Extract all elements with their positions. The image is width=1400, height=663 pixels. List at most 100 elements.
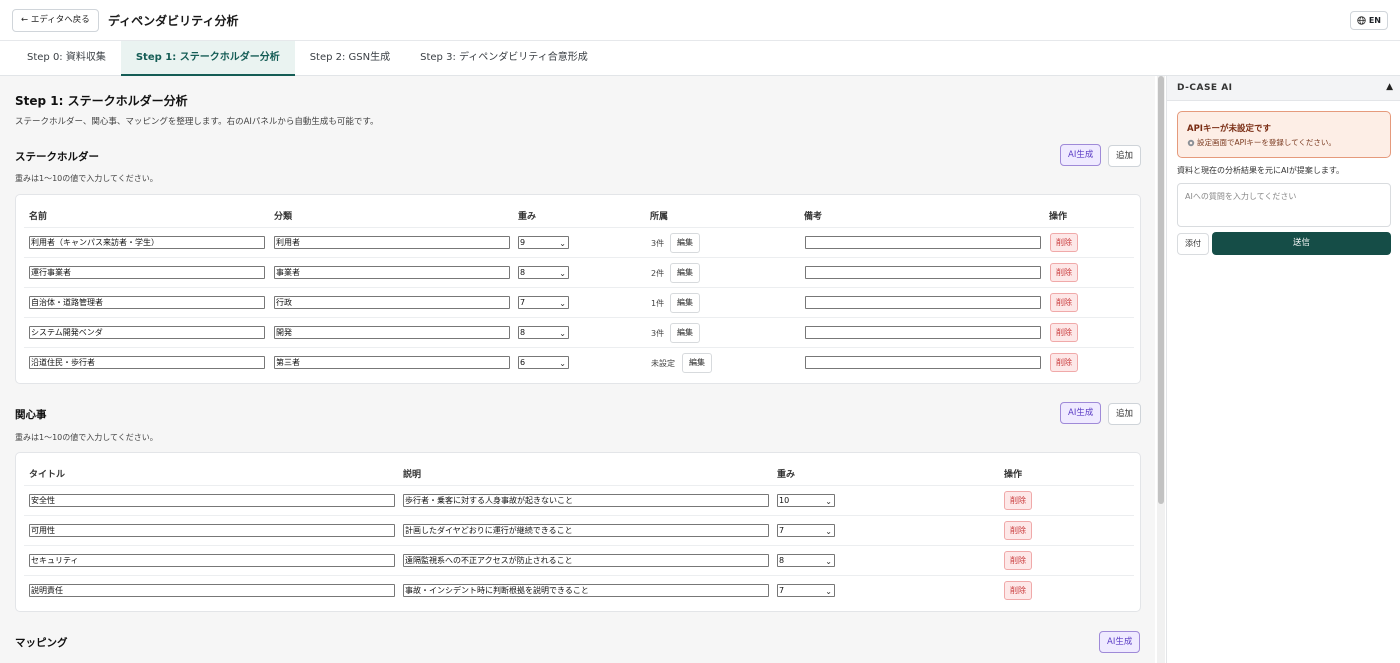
stakeholder-name-input[interactable]: 利用者（キャンパス来訪者・学生） (29, 236, 265, 249)
chevron-down-icon: ⌄ (825, 527, 832, 536)
stakeholder-name-input[interactable]: 沿道住民・歩行者 (29, 356, 265, 369)
mapping-section-title: マッピング (15, 637, 68, 649)
stakeholder-weight-select[interactable]: 8 ⌄ (518, 266, 569, 279)
stakeholder-category-input[interactable]: 行政 (274, 296, 510, 309)
stakeholder-delete-button[interactable]: 削除 (1050, 323, 1078, 342)
tab-step-1[interactable]: Step 1: ステークホルダー分析 (120, 41, 295, 76)
scrollbar-thumb[interactable] (1158, 76, 1164, 504)
concern-description-input[interactable]: 計画したダイヤどおりに運行が継続できること (403, 524, 769, 537)
col-header-remarks: 備考 (804, 212, 823, 222)
chevron-down-icon: ⌄ (825, 587, 832, 596)
api-key-warning: APIキーが未設定です 設定画面でAPIキーを登録してください。 (1177, 111, 1391, 158)
concern-weight-select[interactable]: 10 ⌄ (777, 494, 835, 507)
stakeholder-remarks-input[interactable] (805, 266, 1041, 279)
tab-step-0[interactable]: Step 0: 資料収集 (12, 41, 121, 76)
stakeholder-category-input[interactable]: 利用者 (274, 236, 510, 249)
weight-value: 7 (779, 526, 785, 535)
stakeholder-row: 利用者（キャンパス来訪者・学生） 利用者 9 ⌄ 3件 編集 削除 (24, 227, 1134, 257)
col-header-title: タイトル (29, 470, 66, 480)
tab-step-2[interactable]: Step 2: GSN生成 (295, 41, 405, 76)
stakeholders-add-button[interactable]: 追加 (1108, 145, 1142, 167)
ai-panel: D-CASE AI ▲ APIキーが未設定です 設定画面でAPIキーを登録してく… (1166, 76, 1400, 663)
chevron-down-icon: ⌄ (559, 359, 566, 368)
concern-description-input[interactable]: 遠隔監視系への不正アクセスが防止されること (403, 554, 769, 567)
stakeholder-remarks-input[interactable] (805, 236, 1041, 249)
chevron-down-icon: ⌄ (825, 557, 832, 566)
concerns-add-button[interactable]: 追加 (1108, 403, 1142, 425)
stakeholder-remarks-input[interactable] (805, 326, 1041, 339)
stakeholder-name-input[interactable]: 自治体・道路管理者 (29, 296, 265, 309)
concern-delete-button[interactable]: 削除 (1004, 521, 1032, 540)
stakeholder-name-input[interactable]: システム開発ベンダ (29, 326, 265, 339)
concern-title-input[interactable]: 安全性 (29, 494, 395, 507)
concern-row: 安全性 歩行者・乗客に対する人身事故が起きないこと 10 ⌄ 削除 (24, 485, 1134, 515)
affiliation-edit-button[interactable]: 編集 (670, 323, 700, 343)
chevron-down-icon: ⌄ (559, 329, 566, 338)
concern-description-input[interactable]: 事故・インシデント時に判断根拠を説明できること (403, 584, 769, 597)
concern-delete-button[interactable]: 削除 (1004, 551, 1032, 570)
globe-icon (1357, 16, 1366, 25)
chevron-down-icon: ⌄ (559, 269, 566, 278)
stakeholder-category-input[interactable]: 事業者 (274, 266, 510, 279)
stakeholder-delete-button[interactable]: 削除 (1050, 353, 1078, 372)
weight-value: 7 (779, 586, 785, 595)
gear-icon (1187, 139, 1195, 146)
stakeholder-delete-button[interactable]: 削除 (1050, 263, 1078, 282)
stakeholder-category-input[interactable]: 開発 (274, 326, 510, 339)
concern-delete-button[interactable]: 削除 (1004, 581, 1032, 600)
chevron-down-icon: ⌄ (559, 239, 566, 248)
stakeholder-remarks-input[interactable] (805, 356, 1041, 369)
stakeholder-row: 沿道住民・歩行者 第三者 6 ⌄ 未設定 編集 削除 (24, 347, 1134, 377)
tab-step-3[interactable]: Step 3: ディペンダビリティ合意形成 (405, 41, 603, 76)
warning-title: APIキーが未設定です (1187, 124, 1271, 134)
concern-weight-select[interactable]: 7 ⌄ (777, 524, 835, 537)
affiliation-edit-button[interactable]: 編集 (670, 263, 700, 283)
stakeholder-delete-button[interactable]: 削除 (1050, 233, 1078, 252)
mapping-ai-generate-button[interactable]: AI生成 (1099, 631, 1141, 653)
concern-weight-select[interactable]: 8 ⌄ (777, 554, 835, 567)
concern-delete-button[interactable]: 削除 (1004, 491, 1032, 510)
concern-title-input[interactable]: 可用性 (29, 524, 395, 537)
concern-weight-select[interactable]: 7 ⌄ (777, 584, 835, 597)
step-description: ステークホルダー、関心事、マッピングを整理します。右のAIパネルから自動生成も可… (15, 117, 379, 127)
main-scrollbar[interactable] (1157, 76, 1165, 663)
col-header-name: 名前 (29, 212, 48, 222)
affiliation-count: 1件 (651, 299, 665, 308)
stakeholder-weight-select[interactable]: 6 ⌄ (518, 356, 569, 369)
warning-text: 設定画面でAPIキーを登録してください。 (1197, 138, 1336, 147)
concerns-ai-generate-button[interactable]: AI生成 (1060, 402, 1102, 424)
concern-description-input[interactable]: 歩行者・乗客に対する人身事故が起きないこと (403, 494, 769, 507)
col-header-weight: 重み (518, 212, 537, 222)
concern-title-input[interactable]: セキュリティ (29, 554, 395, 567)
send-button[interactable]: 送信 (1212, 232, 1391, 255)
back-to-editor-button[interactable]: ← エディタへ戻る (12, 9, 99, 32)
step-title: Step 1: ステークホルダー分析 (15, 94, 188, 108)
ai-question-input[interactable]: AIへの質問を入力してください (1177, 183, 1391, 227)
col-header-weight: 重み (777, 470, 796, 480)
stakeholder-weight-select[interactable]: 7 ⌄ (518, 296, 569, 309)
stakeholder-weight-select[interactable]: 9 ⌄ (518, 236, 569, 249)
affiliation-edit-button[interactable]: 編集 (670, 293, 700, 313)
stakeholder-remarks-input[interactable] (805, 296, 1041, 309)
language-toggle-button[interactable]: EN (1349, 11, 1388, 30)
stakeholders-weight-note: 重みは1〜10の値で入力してください。 (15, 174, 158, 183)
concern-title-input[interactable]: 説明責任 (29, 584, 395, 597)
collapse-icon[interactable]: ▲ (1386, 82, 1393, 92)
ai-panel-header[interactable]: D-CASE AI ▲ (1167, 76, 1400, 101)
weight-value: 8 (520, 268, 526, 277)
app-header: ← エディタへ戻る ディペンダビリティ分析 EN (0, 0, 1400, 41)
affiliation-edit-button[interactable]: 編集 (670, 233, 700, 253)
stakeholder-row: 自治体・道路管理者 行政 7 ⌄ 1件 編集 削除 (24, 287, 1134, 317)
stakeholder-category-input[interactable]: 第三者 (274, 356, 510, 369)
stakeholder-weight-select[interactable]: 8 ⌄ (518, 326, 569, 339)
stakeholders-table: 名前 分類 重み 所属 備考 操作 利用者（キャンパス来訪者・学生） 利用者 9… (15, 194, 1141, 384)
concerns-table: タイトル 説明 重み 操作 安全性 歩行者・乗客に対する人身事故が起きないこと … (15, 452, 1141, 612)
weight-value: 6 (520, 358, 526, 367)
affiliation-edit-button[interactable]: 編集 (682, 353, 712, 373)
ai-panel-title: D-CASE AI (1177, 83, 1233, 93)
stakeholder-name-input[interactable]: 運行事業者 (29, 266, 265, 279)
stakeholders-ai-generate-button[interactable]: AI生成 (1060, 144, 1102, 166)
attach-button[interactable]: 添付 (1177, 233, 1209, 255)
weight-value: 8 (779, 556, 785, 565)
stakeholder-delete-button[interactable]: 削除 (1050, 293, 1078, 312)
